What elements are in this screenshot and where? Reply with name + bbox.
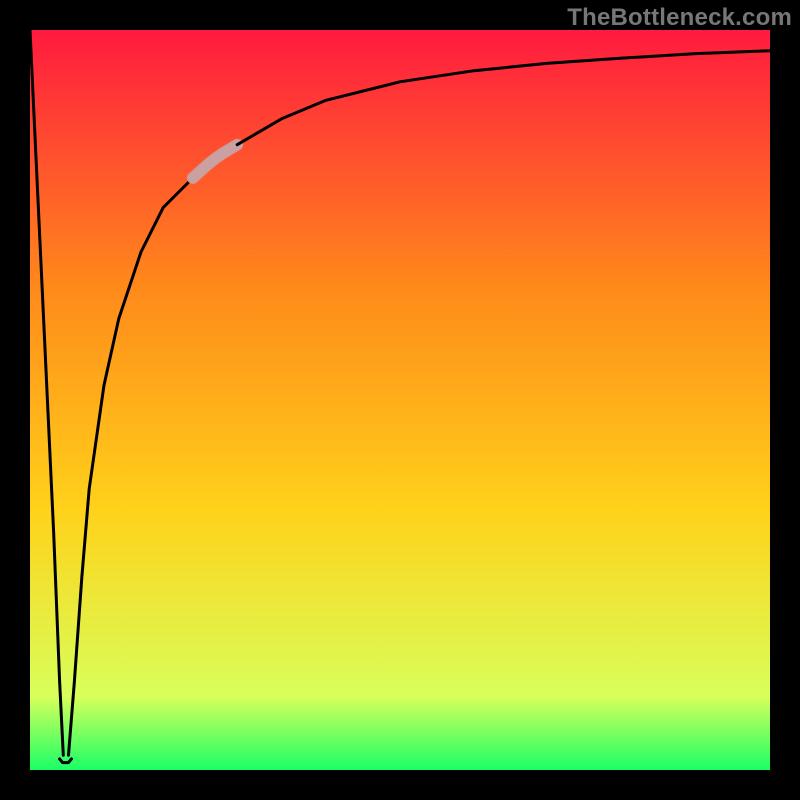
plot-area [30,30,770,770]
bottleneck-chart [0,0,800,800]
chart-container: TheBottleneck.com [0,0,800,800]
watermark-text: TheBottleneck.com [567,4,792,32]
